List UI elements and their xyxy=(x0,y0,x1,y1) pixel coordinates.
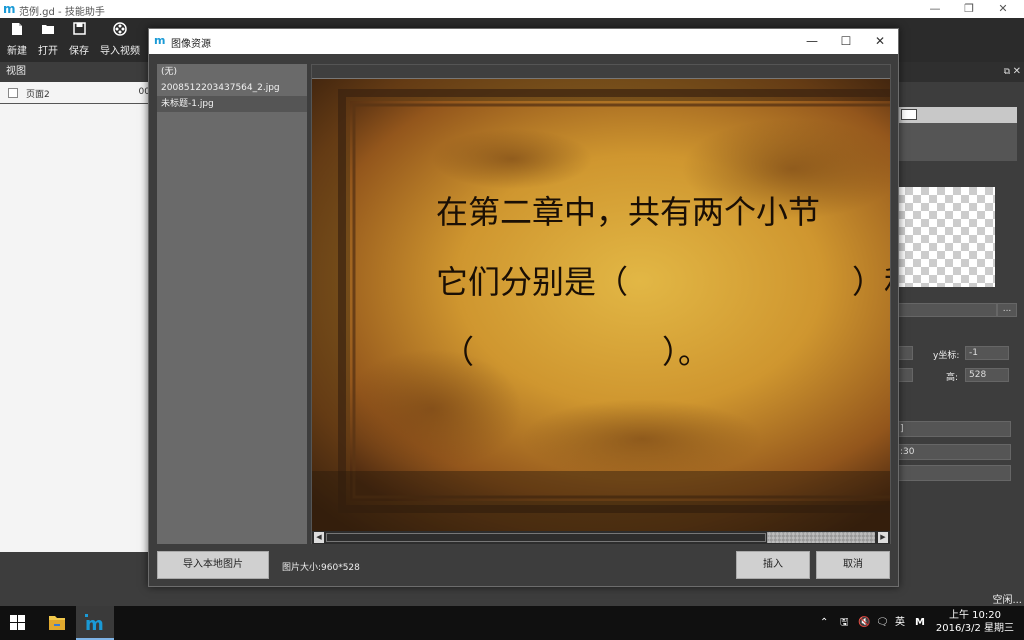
status-bar: 空闲... xyxy=(0,588,1024,606)
system-clock[interactable]: 上午 10:20 2016/3/2 星期三 xyxy=(936,609,1014,635)
input-language-icon[interactable]: 英 xyxy=(895,606,905,640)
film-reel-icon xyxy=(99,22,141,42)
app-title-bar: m 范例.gd - 技能助手 — ❐ ✕ xyxy=(0,0,1024,18)
status-text: 空闲... xyxy=(992,595,1022,606)
image-text-line3-open: （ xyxy=(442,333,475,371)
browse-button[interactable]: ... xyxy=(997,303,1017,317)
volume-muted-icon[interactable]: 🔇 xyxy=(858,606,870,640)
page-list-item[interactable]: 页面2 00 xyxy=(0,82,150,104)
app-title: 范例.gd - 技能助手 xyxy=(19,7,105,18)
x-spin-field[interactable] xyxy=(897,346,913,360)
property-row-light xyxy=(897,107,1017,123)
page-checkbox[interactable] xyxy=(8,88,18,98)
svg-text:m: m xyxy=(85,614,104,635)
dialog-title-bar: m 图像资源 — ☐ ✕ xyxy=(149,29,898,54)
property-field-1[interactable]: ] xyxy=(897,421,1011,437)
clock-date: 2016/3/2 星期三 xyxy=(935,623,1014,634)
parchment-image xyxy=(312,79,890,531)
scroll-left-icon[interactable]: ◀ xyxy=(314,532,324,543)
panel-close-icon[interactable]: ✕ xyxy=(1013,66,1021,77)
clock-time: 上午 10:20 xyxy=(948,610,1001,621)
new-button[interactable]: 新建 xyxy=(4,22,30,60)
tray-expand-icon[interactable]: ⌃ xyxy=(820,606,828,640)
preview-top-strip xyxy=(312,65,890,79)
insert-button[interactable]: 插入 xyxy=(736,551,810,579)
dialog-title: 图像资源 xyxy=(171,39,211,50)
image-text-line2: 它们分别是（ xyxy=(436,263,629,301)
y-field[interactable]: -1 xyxy=(965,346,1009,360)
maximize-button[interactable]: ❐ xyxy=(952,0,986,18)
color-swatch[interactable] xyxy=(901,109,917,120)
file-item-selected[interactable]: 未标题-1.jpg xyxy=(157,96,307,112)
transparent-preview xyxy=(897,187,995,287)
image-file-list: (无) 2008512203437564_2.jpg 未标题-1.jpg xyxy=(157,64,307,544)
path-field[interactable] xyxy=(897,303,997,317)
import-video-label: 导入视频 xyxy=(100,46,140,57)
input-method-icon[interactable]: M xyxy=(915,606,925,640)
dialog-logo-icon: m xyxy=(154,34,166,47)
scroll-track[interactable] xyxy=(326,533,766,542)
horizontal-scrollbar[interactable]: ◀ ▶ xyxy=(312,531,890,544)
skill-assistant-taskbar-icon[interactable]: m xyxy=(76,606,114,640)
save-button[interactable]: 保存 xyxy=(66,22,92,60)
open-button[interactable]: 打开 xyxy=(35,22,61,60)
dialog-close-button[interactable]: ✕ xyxy=(863,29,897,54)
image-preview: 在第二章中，共有两个小节 它们分别是（ ）和 （ ）。 ◀ ▶ xyxy=(311,64,891,544)
import-local-image-button[interactable]: 导入本地图片 xyxy=(157,551,269,579)
image-text-line3-close: ）。 xyxy=(662,333,711,371)
save-button-label: 保存 xyxy=(69,46,89,57)
dialog-minimize-button[interactable]: — xyxy=(795,29,829,54)
height-label: 高: xyxy=(946,373,959,383)
cancel-button[interactable]: 取消 xyxy=(816,551,890,579)
view-panel-title: 视图 xyxy=(0,62,150,82)
save-icon xyxy=(66,22,92,42)
image-size-info: 图片大小:960*528 xyxy=(282,563,360,573)
property-row-dark xyxy=(897,123,1017,161)
image-text-line2-end: ）和 xyxy=(852,263,890,301)
app-logo-icon: m xyxy=(3,2,15,16)
taskbar: m ⌃ 🖫 🔇 🗨 英 M 上午 10:20 2016/3/2 星期三 xyxy=(0,606,1024,640)
time-field[interactable]: :30 xyxy=(897,444,1011,460)
view-panel: 视图 页面2 00 xyxy=(0,62,150,552)
scroll-right-icon[interactable]: ▶ xyxy=(878,532,888,543)
file-item[interactable]: 2008512203437564_2.jpg xyxy=(157,80,307,96)
network-icon[interactable]: 🖫 xyxy=(840,606,849,640)
width-spin-field[interactable] xyxy=(897,368,913,382)
height-field[interactable]: 528 xyxy=(965,368,1009,382)
close-button[interactable]: ✕ xyxy=(986,0,1020,18)
scroll-thumb[interactable] xyxy=(767,532,875,543)
open-button-label: 打开 xyxy=(38,46,58,57)
file-explorer-icon[interactable] xyxy=(38,606,76,640)
properties-panel-header: ⧉ ✕ xyxy=(897,62,1024,82)
image-text-line1: 在第二章中，共有两个小节 xyxy=(436,193,821,231)
new-button-label: 新建 xyxy=(7,46,27,57)
dialog-maximize-button[interactable]: ☐ xyxy=(829,29,863,54)
windows-start-icon[interactable] xyxy=(10,615,26,631)
property-field-3[interactable] xyxy=(897,465,1011,481)
image-resource-dialog: m 图像资源 — ☐ ✕ (无) 2008512203437564_2.jpg … xyxy=(148,28,899,587)
properties-panel: ⧉ ✕ ... y坐标: -1 高: 528 ] :30 xyxy=(897,62,1024,552)
preview-image: 在第二章中，共有两个小节 它们分别是（ ）和 （ ）。 xyxy=(312,79,890,531)
float-panel-icon[interactable]: ⧉ xyxy=(1004,67,1010,77)
new-file-icon xyxy=(4,22,30,42)
folder-open-icon xyxy=(35,22,61,42)
import-video-button[interactable]: 导入视频 xyxy=(99,22,141,60)
minimize-button[interactable]: — xyxy=(918,0,952,18)
action-center-icon[interactable]: 🗨 xyxy=(876,606,889,640)
page-name: 页面2 xyxy=(26,90,50,100)
file-item-none[interactable]: (无) xyxy=(157,64,307,80)
y-label: y坐标: xyxy=(933,351,960,361)
